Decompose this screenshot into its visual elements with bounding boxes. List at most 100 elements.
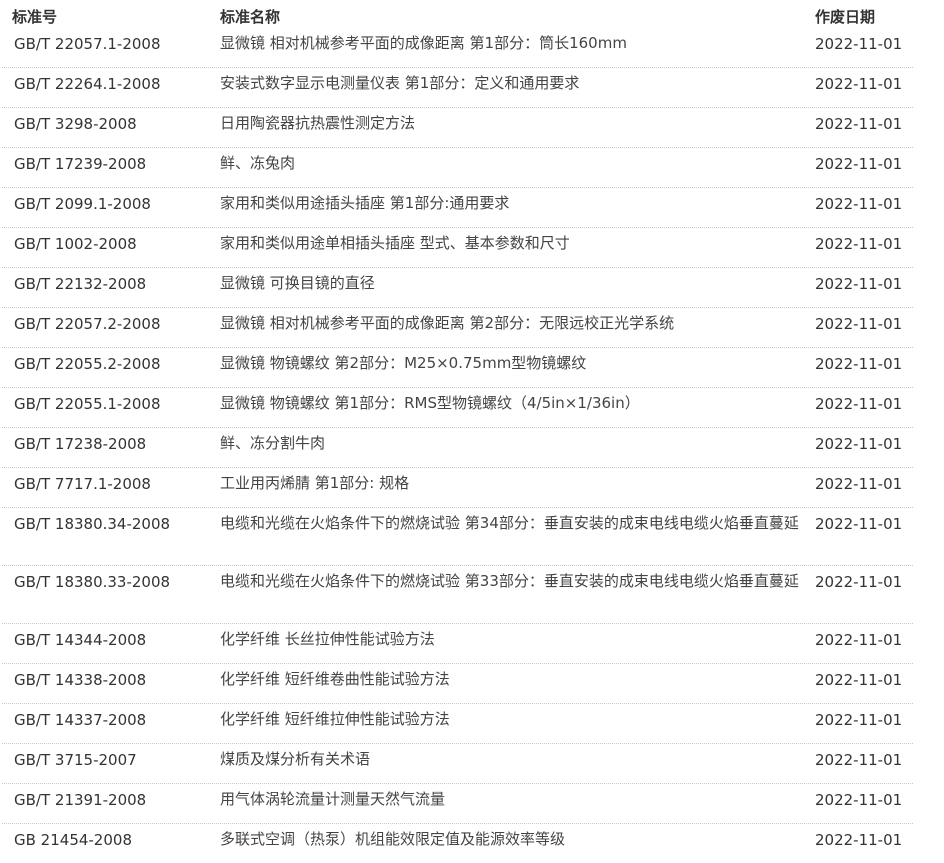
cell-code: GB/T 22057.1-2008 <box>2 28 220 53</box>
cell-name: 化学纤维 长丝拉伸性能试验方法 <box>220 618 815 653</box>
cell-date: 2022-11-01 <box>815 395 903 413</box>
cell-date: 2022-11-01 <box>815 195 903 213</box>
cell-date: 2022-11-01 <box>815 475 903 493</box>
standard-name-link[interactable]: 用气体涡轮流量计测量天然气流量 <box>220 790 445 808</box>
cell-code: GB/T 7717.1-2008 <box>2 468 220 493</box>
standard-name-link[interactable]: 安装式数字显示电测量仪表 第1部分：定义和通用要求 <box>220 74 579 92</box>
standard-name-link[interactable]: 化学纤维 短纤维拉伸性能试验方法 <box>220 710 450 728</box>
cell-name: 显微镜 物镜螺纹 第2部分：M25×0.75mm型物镜螺纹 <box>220 342 815 377</box>
standard-name-link[interactable]: 日用陶瓷器抗热震性测定方法 <box>220 114 415 132</box>
standard-code-link[interactable]: GB/T 22055.1-2008 <box>14 395 161 413</box>
cell-code: GB/T 1002-2008 <box>2 228 220 253</box>
standard-code-link[interactable]: GB/T 18380.33-2008 <box>14 573 170 591</box>
standard-code-link[interactable]: GB/T 17239-2008 <box>14 155 146 173</box>
standard-code-link[interactable]: GB/T 22057.1-2008 <box>14 35 161 53</box>
standard-name-link[interactable]: 显微镜 相对机械参考平面的成像距离 第2部分：无限远校正光学系统 <box>220 314 674 332</box>
cell-code: GB/T 22055.2-2008 <box>2 348 220 373</box>
cell-name: 多联式空调（热泵）机组能效限定值及能源效率等级 <box>220 818 815 853</box>
standard-code-link[interactable]: GB/T 22057.2-2008 <box>14 315 161 333</box>
standard-code-link[interactable]: GB/T 17238-2008 <box>14 435 146 453</box>
cell-date: 2022-11-01 <box>815 235 903 253</box>
standard-name-link[interactable]: 工业用丙烯腈 第1部分: 规格 <box>220 474 409 492</box>
cell-date: 2022-11-01 <box>815 515 903 533</box>
cell-code: GB/T 14338-2008 <box>2 664 220 689</box>
cell-code: GB/T 22264.1-2008 <box>2 68 220 93</box>
standard-name-link[interactable]: 显微镜 可换目镜的直径 <box>220 274 375 292</box>
cell-date: 2022-11-01 <box>815 35 903 53</box>
header-date: 作废日期 <box>815 8 876 26</box>
standard-name-link[interactable]: 化学纤维 长丝拉伸性能试验方法 <box>220 630 435 648</box>
cell-name: 工业用丙烯腈 第1部分: 规格 <box>220 462 815 497</box>
cell-date: 2022-11-01 <box>815 315 903 333</box>
cell-name: 日用陶瓷器抗热震性测定方法 <box>220 102 815 137</box>
cell-name: 家用和类似用途单相插头插座 型式、基本参数和尺寸 <box>220 222 815 257</box>
standard-code-link[interactable]: GB/T 22055.2-2008 <box>14 355 161 373</box>
cell-code: GB/T 2099.1-2008 <box>2 188 220 213</box>
standard-code-link[interactable]: GB/T 22264.1-2008 <box>14 75 161 93</box>
standard-name-link[interactable]: 多联式空调（热泵）机组能效限定值及能源效率等级 <box>220 830 565 848</box>
cell-name: 家用和类似用途插头插座 第1部分:通用要求 <box>220 182 815 217</box>
standard-name-link[interactable]: 电缆和光缆在火焰条件下的燃烧试验 第34部分：垂直安装的成束电线电缆火焰垂直蔓延 <box>220 514 799 532</box>
standard-code-link[interactable]: GB/T 22132-2008 <box>14 275 146 293</box>
cell-date: 2022-11-01 <box>815 435 903 453</box>
cell-code: GB/T 21391-2008 <box>2 784 220 809</box>
cell-code: GB/T 18380.34-2008 <box>2 508 220 533</box>
cell-name: 电缆和光缆在火焰条件下的燃烧试验 第33部分：垂直安装的成束电线电缆火焰垂直蔓延 <box>220 560 815 595</box>
standard-name-link[interactable]: 显微镜 相对机械参考平面的成像距离 第1部分：筒长160mm <box>220 34 627 52</box>
standard-code-link[interactable]: GB/T 18380.34-2008 <box>14 515 170 533</box>
standard-name-link[interactable]: 化学纤维 短纤维卷曲性能试验方法 <box>220 670 450 688</box>
cell-code: GB/T 3715-2007 <box>2 744 220 769</box>
standard-name-link[interactable]: 煤质及煤分析有关术语 <box>220 750 370 768</box>
standard-name-link[interactable]: 家用和类似用途插头插座 第1部分:通用要求 <box>220 194 509 212</box>
cell-date: 2022-11-01 <box>815 791 903 809</box>
cell-code: GB/T 18380.33-2008 <box>2 566 220 591</box>
standard-code-link[interactable]: GB/T 7717.1-2008 <box>14 475 151 493</box>
standard-code-link[interactable]: GB/T 1002-2008 <box>14 235 137 253</box>
cell-date: 2022-11-01 <box>815 831 903 849</box>
standard-code-link[interactable]: GB/T 14344-2008 <box>14 631 146 649</box>
cell-name: 鲜、冻分割牛肉 <box>220 422 815 457</box>
cell-name: 用气体涡轮流量计测量天然气流量 <box>220 778 815 813</box>
standard-code-link[interactable]: GB/T 21391-2008 <box>14 791 146 809</box>
standards-table: 标准号 标准名称 作废日期 GB/T 22057.1-2008 显微镜 相对机械参… <box>2 0 913 863</box>
standard-name-link[interactable]: 鲜、冻分割牛肉 <box>220 434 325 452</box>
standard-code-link[interactable]: GB 21454-2008 <box>14 831 132 849</box>
cell-name: 显微镜 相对机械参考平面的成像距离 第1部分：筒长160mm <box>220 22 815 57</box>
standard-name-link[interactable]: 显微镜 物镜螺纹 第1部分：RMS型物镜螺纹（4/5in×1/36in） <box>220 394 640 412</box>
cell-code: GB 21454-2008 <box>2 824 220 849</box>
cell-code: GB/T 14344-2008 <box>2 624 220 649</box>
standard-code-link[interactable]: GB/T 14337-2008 <box>14 711 146 729</box>
table-body: GB/T 22057.1-2008 显微镜 相对机械参考平面的成像距离 第1部分：… <box>2 28 913 863</box>
cell-date: 2022-11-01 <box>815 573 903 591</box>
standard-code-link[interactable]: GB/T 2099.1-2008 <box>14 195 151 213</box>
standard-name-link[interactable]: 鲜、冻兔肉 <box>220 154 295 172</box>
cell-name: 化学纤维 短纤维拉伸性能试验方法 <box>220 698 815 733</box>
cell-name: 显微镜 相对机械参考平面的成像距离 第2部分：无限远校正光学系统 <box>220 302 815 337</box>
table-row: GB/T 18380.34-2008 电缆和光缆在火焰条件下的燃烧试验 第34部分… <box>2 508 913 566</box>
cell-name: 鲜、冻兔肉 <box>220 142 815 177</box>
cell-date: 2022-11-01 <box>815 711 903 729</box>
standard-code-link[interactable]: GB/T 3715-2007 <box>14 751 137 769</box>
table-row: GB 21454-2008 多联式空调（热泵）机组能效限定值及能源效率等级 2022… <box>2 824 913 863</box>
standard-name-link[interactable]: 电缆和光缆在火焰条件下的燃烧试验 第33部分：垂直安装的成束电线电缆火焰垂直蔓延 <box>220 572 799 590</box>
cell-name: 化学纤维 短纤维卷曲性能试验方法 <box>220 658 815 693</box>
cell-date: 2022-11-01 <box>815 275 903 293</box>
header-code: 标准号 <box>12 8 58 26</box>
cell-name: 电缆和光缆在火焰条件下的燃烧试验 第34部分：垂直安装的成束电线电缆火焰垂直蔓延 <box>220 502 815 537</box>
standard-code-link[interactable]: GB/T 3298-2008 <box>14 115 137 133</box>
standard-name-link[interactable]: 显微镜 物镜螺纹 第2部分：M25×0.75mm型物镜螺纹 <box>220 354 586 372</box>
cell-name: 煤质及煤分析有关术语 <box>220 738 815 773</box>
cell-date: 2022-11-01 <box>815 75 903 93</box>
standard-name-link[interactable]: 家用和类似用途单相插头插座 型式、基本参数和尺寸 <box>220 234 570 252</box>
standard-code-link[interactable]: GB/T 14338-2008 <box>14 671 146 689</box>
cell-code: GB/T 17239-2008 <box>2 148 220 173</box>
cell-code: GB/T 14337-2008 <box>2 704 220 729</box>
cell-name: 显微镜 物镜螺纹 第1部分：RMS型物镜螺纹（4/5in×1/36in） <box>220 382 815 417</box>
cell-code: GB/T 17238-2008 <box>2 428 220 453</box>
cell-date: 2022-11-01 <box>815 751 903 769</box>
cell-code: GB/T 22057.2-2008 <box>2 308 220 333</box>
cell-name: 安装式数字显示电测量仪表 第1部分：定义和通用要求 <box>220 62 815 97</box>
cell-date: 2022-11-01 <box>815 671 903 689</box>
table-row: GB/T 18380.33-2008 电缆和光缆在火焰条件下的燃烧试验 第33部分… <box>2 566 913 624</box>
cell-date: 2022-11-01 <box>815 155 903 173</box>
